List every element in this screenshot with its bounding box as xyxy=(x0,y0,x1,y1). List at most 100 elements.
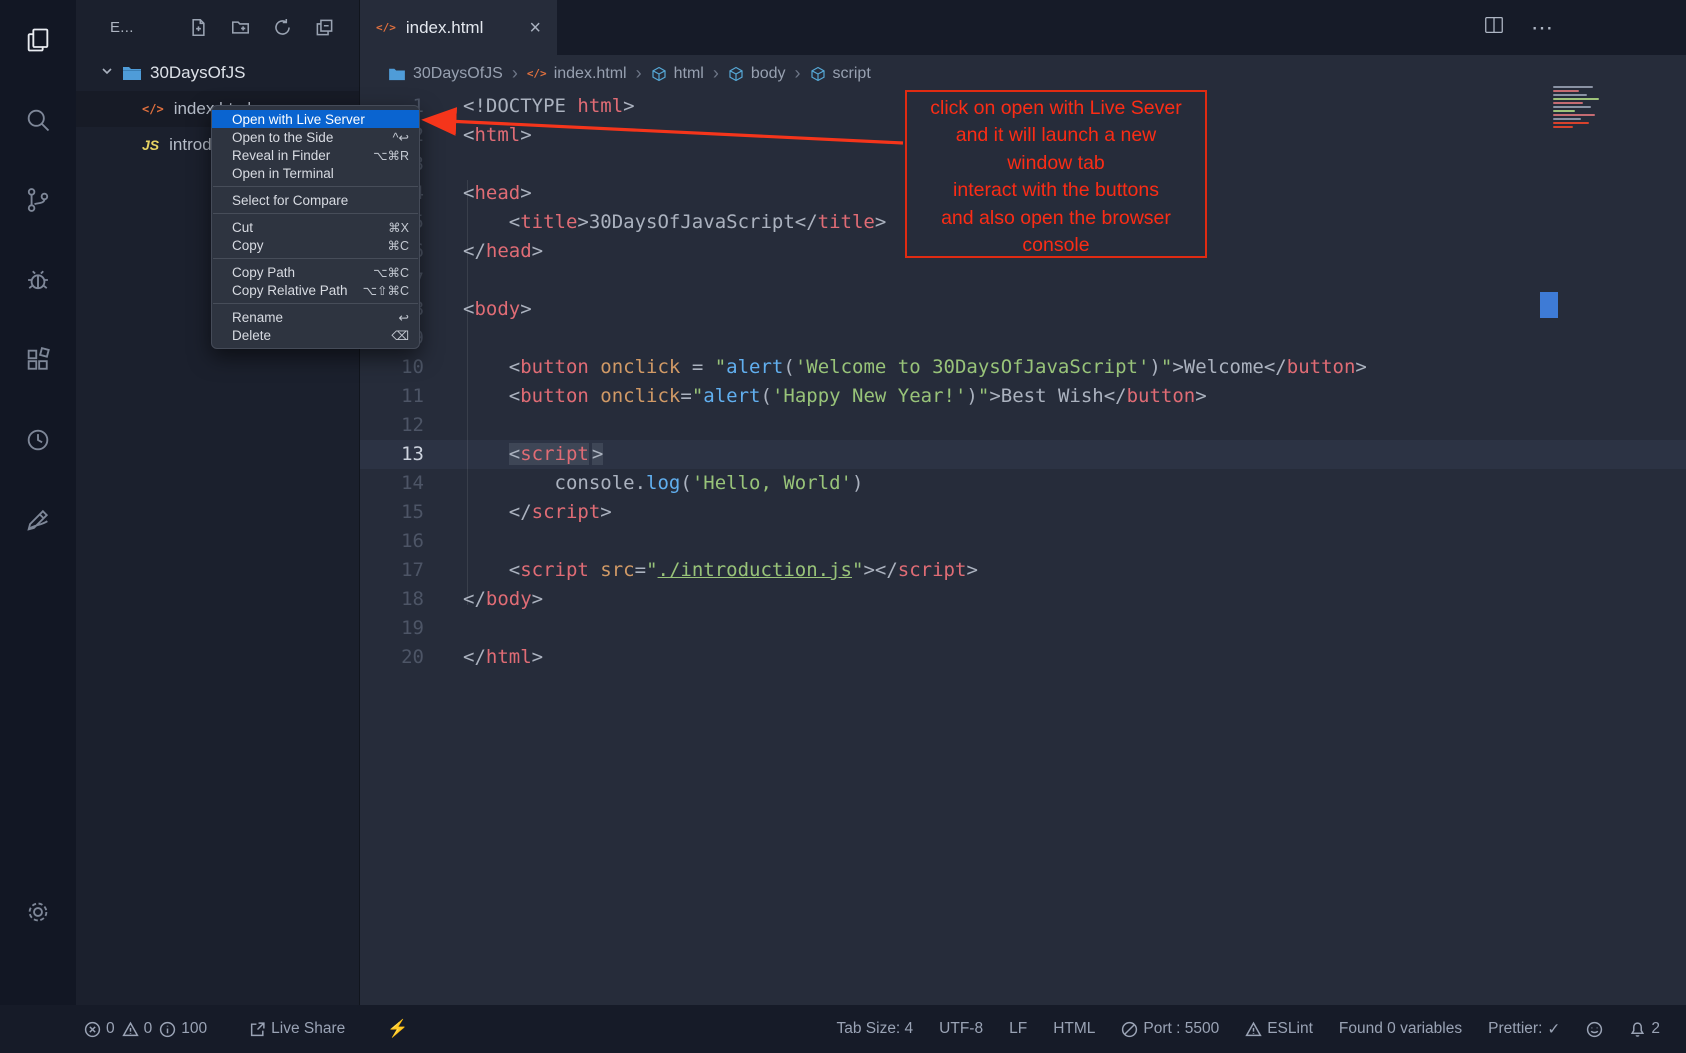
code-line[interactable]: 10 <button onclick = "alert('Welcome to … xyxy=(360,353,1686,382)
bell-icon xyxy=(1629,1021,1646,1038)
variables-status[interactable]: Found 0 variables xyxy=(1339,1020,1462,1038)
explorer-icon[interactable] xyxy=(23,25,53,55)
extensions-icon[interactable] xyxy=(23,345,53,375)
folder-label: 30DaysOfJS xyxy=(150,63,245,83)
collapse-all-icon[interactable] xyxy=(309,15,339,41)
breadcrumb-item-body[interactable]: body xyxy=(728,65,786,83)
code-line[interactable]: 17 <script src="./introduction.js"></scr… xyxy=(360,556,1686,585)
html-file-icon: </> xyxy=(527,67,547,80)
minimap[interactable] xyxy=(1553,86,1611,130)
line-number: 14 xyxy=(360,469,424,498)
chevron-right-icon: › xyxy=(512,63,518,84)
html-file-icon: </> xyxy=(142,102,164,116)
tab-title: index.html xyxy=(406,18,483,38)
line-number: 20 xyxy=(360,643,424,672)
menu-item[interactable]: Open to the Side^↩ xyxy=(212,128,419,146)
indent-guide xyxy=(467,180,468,605)
code-line[interactable]: 11 <button onclick="alert('Happy New Yea… xyxy=(360,382,1686,411)
code-line[interactable]: 20</html> xyxy=(360,643,1686,672)
warnings-status[interactable]: 0 xyxy=(122,1020,153,1038)
close-icon[interactable]: × xyxy=(529,18,541,38)
tab-bar: </> index.html × ⋯ xyxy=(360,0,1686,55)
split-editor-icon[interactable] xyxy=(1483,14,1505,41)
breadcrumb-item-html[interactable]: html xyxy=(651,65,704,83)
new-folder-icon[interactable] xyxy=(225,15,255,41)
status-bar: 0 0 100 Live Share ⚡ Tab Size: 4 UTF-8 L… xyxy=(0,1005,1686,1053)
encoding-status[interactable]: UTF-8 xyxy=(939,1020,983,1038)
tab-size-status[interactable]: Tab Size: 4 xyxy=(836,1020,913,1038)
live-share-status[interactable]: Live Share xyxy=(249,1020,345,1038)
lightning-icon[interactable]: ⚡ xyxy=(387,1019,408,1039)
history-icon[interactable] xyxy=(23,425,53,455)
info-status[interactable]: 100 xyxy=(159,1020,207,1038)
port-icon xyxy=(1121,1021,1138,1038)
chevron-right-icon: › xyxy=(795,63,801,84)
run-debug-icon[interactable] xyxy=(23,265,53,295)
pen-icon[interactable] xyxy=(23,505,53,535)
menu-item[interactable]: Rename↩ xyxy=(212,308,419,326)
code-line[interactable]: 19 xyxy=(360,614,1686,643)
context-menu: Open with Live ServerOpen to the Side^↩R… xyxy=(211,105,420,349)
menu-item[interactable]: Cut⌘X xyxy=(212,218,419,236)
code-line[interactable]: 7 xyxy=(360,266,1686,295)
new-file-icon[interactable] xyxy=(183,15,213,41)
code-line[interactable]: 9 xyxy=(360,324,1686,353)
symbol-cube-icon xyxy=(651,66,667,82)
menu-item[interactable]: Select for Compare xyxy=(212,191,419,209)
line-number: 19 xyxy=(360,614,424,643)
menu-separator xyxy=(213,258,418,259)
notifications-bell[interactable]: 2 xyxy=(1629,1020,1660,1038)
breadcrumb: 30DaysOfJS › </> index.html › html › bod… xyxy=(360,55,1686,92)
eol-status[interactable]: LF xyxy=(1009,1020,1027,1038)
breadcrumb-item-script[interactable]: script xyxy=(810,65,871,83)
eslint-status[interactable]: ESLint xyxy=(1245,1020,1313,1038)
menu-item[interactable]: Copy⌘C xyxy=(212,236,419,254)
refresh-icon[interactable] xyxy=(267,15,297,41)
prettier-status[interactable]: Prettier:✓ xyxy=(1488,1020,1560,1039)
code-line[interactable]: 8<body> xyxy=(360,295,1686,324)
line-number: 18 xyxy=(360,585,424,614)
errors-status[interactable]: 0 xyxy=(84,1020,115,1038)
code-line[interactable]: 14 console.log('Hello, World') xyxy=(360,469,1686,498)
source-control-icon[interactable] xyxy=(23,185,53,215)
folder-icon xyxy=(388,67,406,81)
line-number: 15 xyxy=(360,498,424,527)
menu-item[interactable]: Open in Terminal xyxy=(212,164,419,182)
settings-gear-icon[interactable] xyxy=(23,897,53,927)
menu-separator xyxy=(213,213,418,214)
breadcrumb-item-folder[interactable]: 30DaysOfJS xyxy=(388,65,503,83)
explorer-header: E... xyxy=(76,0,359,55)
search-icon[interactable] xyxy=(23,105,53,135)
code-line[interactable]: 12 xyxy=(360,411,1686,440)
folder-row-30daysofjs[interactable]: 30DaysOfJS xyxy=(76,55,359,91)
warning-icon xyxy=(122,1021,139,1038)
menu-item[interactable]: Delete⌫ xyxy=(212,326,419,344)
menu-item[interactable]: Reveal in Finder⌥⌘R xyxy=(212,146,419,164)
more-actions-icon[interactable]: ⋯ xyxy=(1531,15,1554,41)
feedback-smiley-icon[interactable] xyxy=(1586,1021,1603,1038)
vscode-window: E... 30DaysOfJS </> index.html xyxy=(0,0,1686,1053)
tab-index-html[interactable]: </> index.html × xyxy=(360,0,557,55)
code-line[interactable]: 18</body> xyxy=(360,585,1686,614)
warning-icon xyxy=(1245,1021,1262,1038)
menu-item[interactable]: Copy Relative Path⌥⇧⌘C xyxy=(212,281,419,299)
line-number: 12 xyxy=(360,411,424,440)
js-file-icon: JS xyxy=(142,137,159,153)
breadcrumb-item-file[interactable]: </> index.html xyxy=(527,65,627,83)
chevron-right-icon: › xyxy=(713,63,719,84)
code-line[interactable]: 13 <script> xyxy=(360,440,1686,469)
chevron-right-icon: › xyxy=(636,63,642,84)
activity-bar xyxy=(0,0,76,1005)
menu-separator xyxy=(213,303,418,304)
menu-item[interactable]: Copy Path⌥⌘C xyxy=(212,263,419,281)
explorer-title: E... xyxy=(110,19,134,36)
language-status[interactable]: HTML xyxy=(1053,1020,1095,1038)
error-icon xyxy=(84,1021,101,1038)
line-number: 16 xyxy=(360,527,424,556)
code-line[interactable]: 15 </script> xyxy=(360,498,1686,527)
menu-item[interactable]: Open with Live Server xyxy=(212,110,419,128)
chevron-down-icon xyxy=(100,63,114,83)
code-line[interactable]: 16 xyxy=(360,527,1686,556)
port-status[interactable]: Port : 5500 xyxy=(1121,1020,1219,1038)
line-number: 13 xyxy=(360,440,424,469)
